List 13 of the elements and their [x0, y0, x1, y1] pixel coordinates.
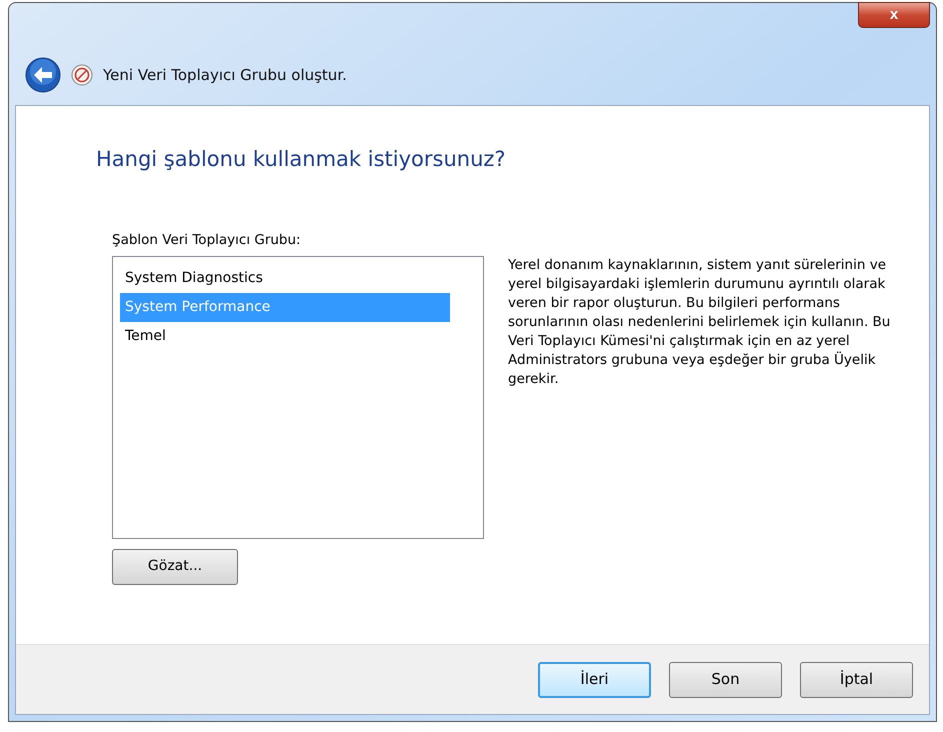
dialog-button[interactable]: Son	[669, 662, 782, 698]
list-label: Şablon Veri Toplayıcı Grubu:	[112, 230, 302, 250]
window-title: Yeni Veri Toplayıcı Grubu oluştur.	[103, 64, 347, 86]
close-button[interactable]: x	[858, 2, 930, 28]
back-icon[interactable]	[25, 57, 61, 93]
browse-button[interactable]: Gözat...	[112, 548, 238, 585]
list-item[interactable]: System Diagnostics	[120, 264, 450, 293]
template-description: Yerel donanım kaynaklarının, sistem yanıt sürelerinin ve yerel bilgisayardaki işlemlerin durumunu ayrıntılı olarak veren bir rapor oluşturun. Bu bilgileri performans sorunlarının olası nedenlerini belirlemek için kullanın. Bu Veri Toplayıcı Kümesi'ni çalıştırmak için en az yerel Administrators grubuna veya eşdeğer bir gruba Üyelik gerekir.	[508, 256, 892, 388]
page-heading: Hangi şablonu kullanmak istiyorsunuz?	[96, 146, 507, 173]
list-item[interactable]: Temel	[120, 322, 450, 351]
dialog-button[interactable]: İleri	[538, 662, 651, 698]
dialog-button[interactable]: İptal	[800, 662, 913, 698]
template-list[interactable]: System Diagnostics System Performance Temel	[112, 256, 484, 539]
